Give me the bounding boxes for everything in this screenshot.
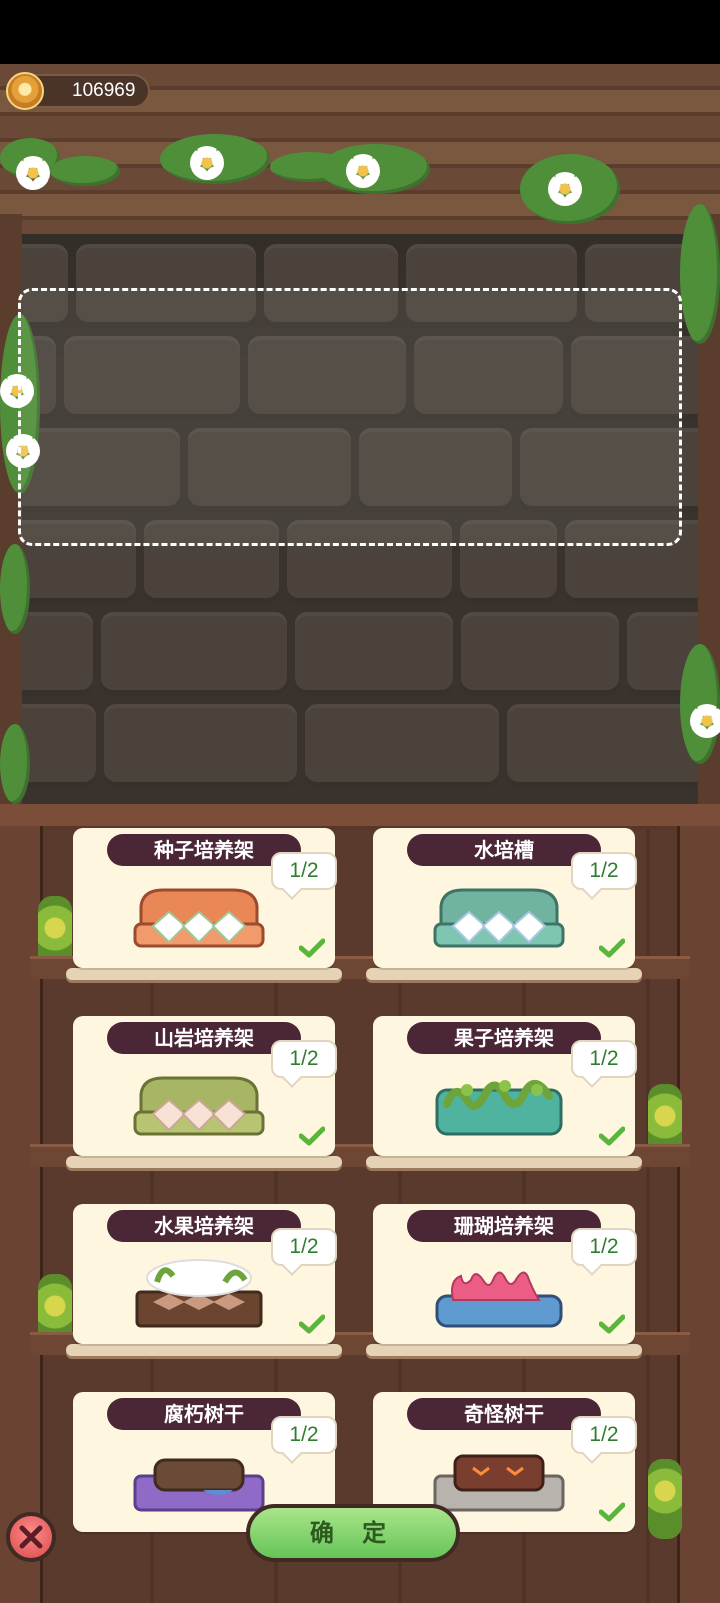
coin-value: 106969 <box>72 80 136 101</box>
item-count: 1/2 <box>271 852 337 890</box>
fruit-vine-rack-icon <box>435 1080 563 1136</box>
shelf-side-left <box>0 826 43 1603</box>
card-base <box>366 968 642 980</box>
check-icon <box>599 938 625 958</box>
coin-counter: 106969 <box>6 72 150 110</box>
strange-log-icon <box>433 1454 565 1512</box>
item-count: 1/2 <box>571 1040 637 1078</box>
coral-rack-icon <box>435 1271 563 1328</box>
shelf-item-card[interactable]: 珊瑚培养架 1/2 <box>373 1204 637 1344</box>
item-count: 1/2 <box>271 1416 337 1454</box>
vine-leaf <box>0 544 30 634</box>
close-button[interactable] <box>6 1512 56 1562</box>
check-icon <box>599 1126 625 1146</box>
check-icon <box>599 1314 625 1334</box>
item-count: 1/2 <box>571 1416 637 1454</box>
item-count: 1/2 <box>271 1228 337 1266</box>
brick-row <box>0 612 720 708</box>
seed-rack-icon <box>133 888 265 948</box>
hydroponic-tank-icon <box>433 888 565 948</box>
flower-icon <box>690 704 720 738</box>
placement-drop-zone[interactable] <box>18 288 682 546</box>
shelf-side-right <box>677 826 720 1603</box>
shelf-top-rail <box>0 804 720 830</box>
check-icon <box>599 1502 625 1522</box>
shelf-item-card[interactable]: 水培槽 1/2 <box>373 828 637 968</box>
vine-leaf <box>680 204 720 344</box>
item-count: 1/2 <box>571 852 637 890</box>
bush-decoration <box>648 1459 682 1539</box>
shelf-item-card[interactable]: 果子培养架 1/2 <box>373 1016 637 1156</box>
card-base <box>66 968 342 980</box>
flower-icon <box>190 146 224 180</box>
card-base <box>66 1156 342 1168</box>
vine-leaf <box>50 156 120 186</box>
rotten-log-icon <box>133 1458 265 1512</box>
status-bar <box>0 0 720 64</box>
check-icon <box>299 1314 325 1334</box>
check-icon <box>299 1126 325 1146</box>
vine-leaf <box>0 724 30 804</box>
confirm-button[interactable]: 确 定 <box>246 1504 460 1562</box>
item-count: 1/2 <box>571 1228 637 1266</box>
brick-row <box>0 704 720 800</box>
check-icon <box>299 938 325 958</box>
card-base <box>66 1344 342 1356</box>
flower-icon <box>346 154 380 188</box>
close-icon <box>19 1525 43 1549</box>
shelf-item-card[interactable]: 种子培养架 1/2 <box>73 828 337 968</box>
card-base <box>366 1156 642 1168</box>
shelf-item-card[interactable]: 水果培养架 1/2 <box>73 1204 337 1344</box>
shelf-item-card[interactable]: 山岩培养架 1/2 <box>73 1016 337 1156</box>
fruit-rack-icon <box>135 1259 263 1328</box>
coin-icon <box>6 72 44 110</box>
flower-icon <box>548 172 582 206</box>
rock-rack-icon <box>133 1076 265 1136</box>
flower-icon <box>16 156 50 190</box>
card-base <box>366 1344 642 1356</box>
item-count: 1/2 <box>271 1040 337 1078</box>
